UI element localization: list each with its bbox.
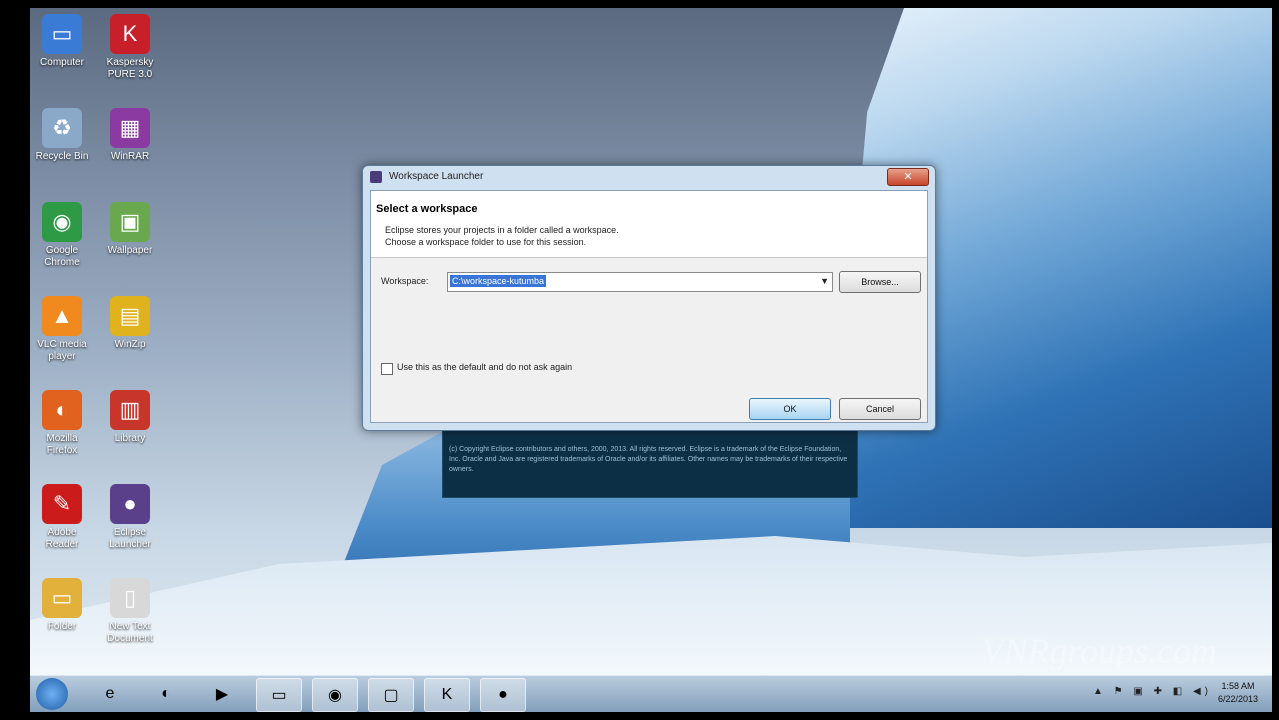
- browse-button[interactable]: Browse...: [839, 271, 921, 293]
- desktop-shortcut-label[interactable]: WinZip: [100, 339, 160, 351]
- desktop-shortcut-label[interactable]: WinRAR: [100, 151, 160, 163]
- workspace-launcher-dialog: Workspace Launcher ✕ Select a workspace …: [362, 165, 936, 431]
- winzip-icon[interactable]: ▤: [110, 296, 150, 336]
- desktop-shortcut[interactable]: ▣ Wallpaper: [100, 202, 160, 257]
- desktop-shortcut-label[interactable]: Wallpaper: [100, 245, 160, 257]
- dialog-header: Select a workspace Eclipse stores your p…: [371, 191, 927, 258]
- desktop-shortcut[interactable]: K Kaspersky PURE 3.0: [100, 14, 160, 81]
- desktop-shortcut-label[interactable]: New Text Document: [100, 621, 160, 645]
- desktop-shortcut-label[interactable]: Library: [100, 433, 160, 445]
- desktop-shortcut[interactable]: ▯ New Text Document: [100, 578, 160, 645]
- desktop-shortcut[interactable]: ● Eclipse Launcher: [100, 484, 160, 551]
- dialog-description-1: Eclipse stores your projects in a folder…: [385, 225, 619, 235]
- desktop-shortcut-label[interactable]: Google Chrome: [32, 245, 92, 269]
- dialog-content: Select a workspace Eclipse stores your p…: [370, 190, 928, 423]
- system-tray[interactable]: ▲ ⚑ ▣ ✚ ◧ ◀): [1093, 686, 1212, 697]
- start-button[interactable]: [36, 678, 68, 710]
- desktop-shortcut[interactable]: ▭ Folder: [32, 578, 92, 633]
- eclipse-icon[interactable]: ●: [110, 484, 150, 524]
- chevron-down-icon[interactable]: ▼: [820, 276, 829, 286]
- desktop-shortcut-label[interactable]: Folder: [32, 621, 92, 633]
- desktop-shortcut-label[interactable]: Adobe Reader: [32, 527, 92, 551]
- desktop: VNRgroups.com ▭ Computer K Kaspersky PURE 3…: [30, 8, 1272, 712]
- eclipse-splash: (c) Copyright Eclipse contributors and o…: [442, 426, 858, 498]
- desktop-shortcut[interactable]: ▤ WinZip: [100, 296, 160, 351]
- taskbar: e ◐ ▶ ▭ ◉ ▢ K ● ▲ ⚑ ▣ ✚ ◧ ◀) 1:58 AM 6/22/2013: [30, 675, 1272, 712]
- desktop-shortcut-label[interactable]: Kaspersky PURE 3.0: [100, 57, 160, 81]
- cancel-button[interactable]: Cancel: [839, 398, 921, 420]
- image-file-icon[interactable]: ▣: [110, 202, 150, 242]
- taskbar-media-player-icon[interactable]: ▶: [200, 678, 244, 710]
- taskbar-ie-icon[interactable]: e: [88, 678, 132, 710]
- firefox-icon[interactable]: ◐: [42, 390, 82, 430]
- desktop-shortcut[interactable]: ◉ Google Chrome: [32, 202, 92, 269]
- default-checkbox[interactable]: [381, 363, 393, 375]
- workspace-value[interactable]: C:\workspace-kutumba: [450, 275, 547, 287]
- chrome-icon[interactable]: ◉: [42, 202, 82, 242]
- taskbar-firefox-icon[interactable]: ◐: [144, 678, 188, 710]
- folder-icon[interactable]: ▭: [42, 578, 82, 618]
- taskbar-eclipse-icon[interactable]: ●: [480, 678, 526, 712]
- text-document-icon[interactable]: ▯: [110, 578, 150, 618]
- kaspersky-icon[interactable]: K: [110, 14, 150, 54]
- dialog-titlebar[interactable]: Workspace Launcher ✕: [363, 166, 935, 188]
- desktop-shortcut-label[interactable]: VLC media player: [32, 339, 92, 363]
- splash-copyright: (c) Copyright Eclipse contributors and o…: [449, 446, 848, 473]
- desktop-shortcut-label[interactable]: Mozilla Firefox: [32, 433, 92, 457]
- eclipse-icon: [370, 171, 382, 183]
- clock[interactable]: 1:58 AM 6/22/2013: [1218, 680, 1258, 706]
- workspace-label: Workspace:: [381, 276, 429, 286]
- taskbar-chrome-icon[interactable]: ◉: [312, 678, 358, 712]
- clock-time: 1:58 AM: [1221, 681, 1255, 691]
- close-button[interactable]: ✕: [887, 168, 929, 186]
- dialog-description-2: Choose a workspace folder to use for thi…: [385, 237, 587, 247]
- workspace-combobox[interactable]: C:\workspace-kutumba ▼: [447, 272, 833, 292]
- library-icon[interactable]: ▥: [110, 390, 150, 430]
- recycle-bin-icon[interactable]: ♻: [42, 108, 82, 148]
- desktop-shortcut[interactable]: ▭ Computer: [32, 14, 92, 69]
- computer-icon[interactable]: ▭: [42, 14, 82, 54]
- desktop-shortcut-label[interactable]: Computer: [32, 57, 92, 69]
- dialog-heading: Select a workspace: [376, 203, 478, 215]
- ok-button[interactable]: OK: [749, 398, 831, 420]
- desktop-shortcut[interactable]: ▲ VLC media player: [32, 296, 92, 363]
- taskbar-window-icon[interactable]: ▢: [368, 678, 414, 712]
- desktop-shortcut[interactable]: ▥ Library: [100, 390, 160, 445]
- desktop-shortcut[interactable]: ◐ Mozilla Firefox: [32, 390, 92, 457]
- desktop-shortcut-label[interactable]: Recycle Bin: [32, 151, 92, 163]
- desktop-shortcut[interactable]: ▦ WinRAR: [100, 108, 160, 163]
- desktop-shortcut-label[interactable]: Eclipse Launcher: [100, 527, 160, 551]
- clock-date: 6/22/2013: [1217, 694, 1258, 704]
- winrar-icon[interactable]: ▦: [110, 108, 150, 148]
- desktop-shortcut[interactable]: ♻ Recycle Bin: [32, 108, 92, 163]
- taskbar-kaspersky-icon[interactable]: K: [424, 678, 470, 712]
- dialog-title: Workspace Launcher: [389, 171, 484, 182]
- taskbar-explorer-icon[interactable]: ▭: [256, 678, 302, 712]
- vlc-icon[interactable]: ▲: [42, 296, 82, 336]
- adobe-reader-icon[interactable]: ✎: [42, 484, 82, 524]
- desktop-shortcut[interactable]: ✎ Adobe Reader: [32, 484, 92, 551]
- watermark: VNRgroups.com: [981, 631, 1217, 671]
- default-checkbox-label[interactable]: Use this as the default and do not ask a…: [397, 362, 572, 372]
